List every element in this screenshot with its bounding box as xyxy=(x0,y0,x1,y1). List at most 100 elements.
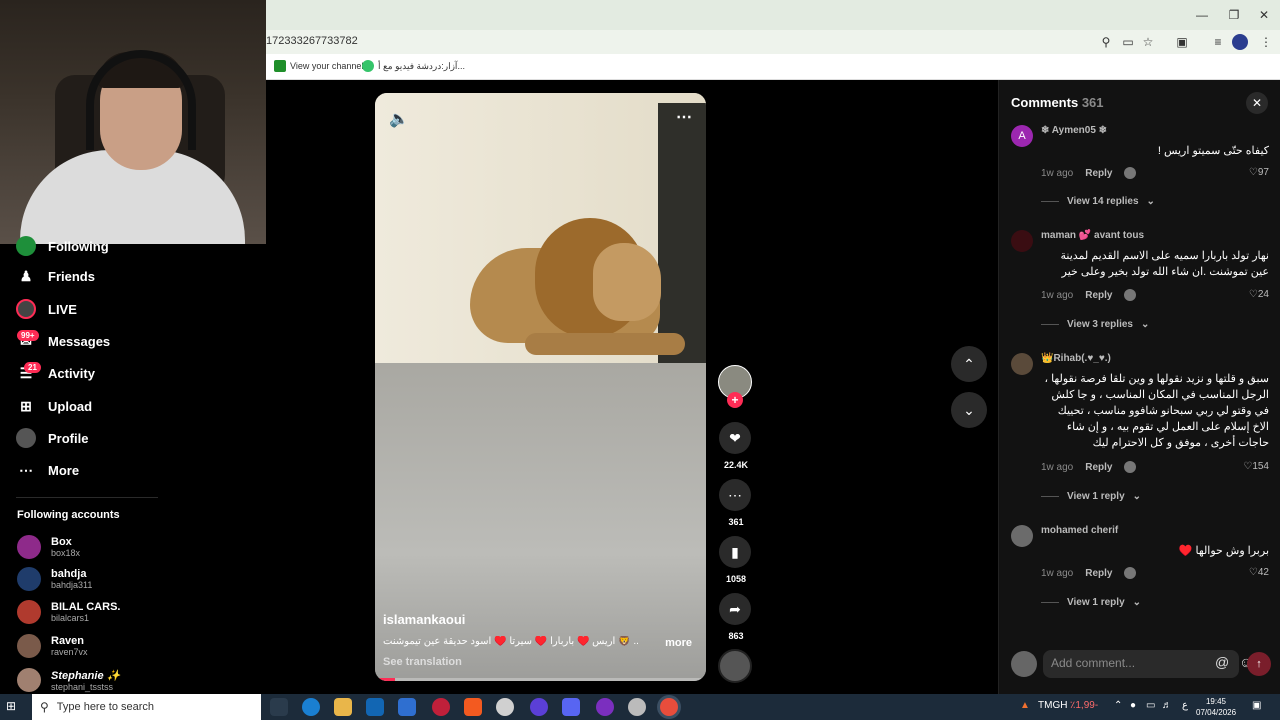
app-gray-icon[interactable] xyxy=(496,698,514,716)
system-clock[interactable]: 19:45 07/04/2026 xyxy=(1196,696,1236,718)
outlook-icon[interactable] xyxy=(366,698,384,716)
file-explorer-icon[interactable] xyxy=(334,698,352,716)
discord-icon[interactable] xyxy=(562,698,580,716)
network-icon[interactable]: ▭ xyxy=(1146,700,1155,711)
extensions-icon[interactable]: ▣ xyxy=(1174,34,1190,50)
video-author[interactable]: islamankaoui xyxy=(383,612,465,627)
view-replies[interactable]: View 1 reply ⌄ xyxy=(1041,597,1141,608)
account-item[interactable]: Raven raven7vx xyxy=(17,634,88,658)
notifications-icon[interactable]: ▣ xyxy=(1252,700,1261,711)
chevron-up-icon: ⌃ xyxy=(963,355,975,372)
share-button[interactable]: ➦ xyxy=(719,593,751,625)
obs-icon[interactable] xyxy=(596,698,614,716)
account-item[interactable]: Stephanie ✨ stephani_tsstss xyxy=(17,668,120,692)
steam-icon[interactable] xyxy=(628,698,646,716)
comment-author[interactable]: maman 💕 avant tous xyxy=(1041,230,1144,241)
video-progress[interactable] xyxy=(375,678,706,681)
comment-like[interactable]: ♡24 xyxy=(1249,289,1269,300)
video-more-icon[interactable]: ⋯ xyxy=(676,107,692,127)
comment-author[interactable]: mohamed cherif xyxy=(1041,525,1118,536)
reading-list-icon[interactable]: ≡ xyxy=(1210,34,1226,50)
sidebar-item-more[interactable]: ⋯ More xyxy=(16,460,79,480)
view-replies[interactable]: View 3 replies ⌄ xyxy=(1041,319,1149,330)
taskbar-search[interactable]: ⚲ xyxy=(32,694,261,720)
address-bar[interactable]: 172333267733782 ⚲ ▭ ☆ ▣ ≡ ⋮ xyxy=(266,30,1280,54)
comment-input[interactable] xyxy=(1051,656,1181,670)
video-player[interactable]: 🔈 ⋯ islamankaoui أريس ♥️ باربارا ♥️ سيرت… xyxy=(375,93,706,681)
comment-like[interactable]: ♡154 xyxy=(1243,461,1269,472)
store-icon[interactable] xyxy=(398,698,416,716)
taskbar-search-input[interactable] xyxy=(56,701,217,713)
stock-symbol[interactable]: TMGH xyxy=(1038,700,1067,711)
reply-button[interactable]: Reply xyxy=(1085,168,1112,179)
comment-like[interactable]: ♡42 xyxy=(1249,567,1269,578)
comment-author[interactable]: ❄ Aymen05 ❄ xyxy=(1041,125,1107,136)
tray-chevron-icon[interactable]: ⌃ xyxy=(1114,700,1122,711)
account-item[interactable]: BILAL CARS. bilalcars1 xyxy=(17,600,120,624)
avatar[interactable]: A xyxy=(1011,125,1033,147)
following-icon xyxy=(16,236,36,256)
windows-start-icon[interactable]: ⊞ xyxy=(6,699,22,715)
previous-video-button[interactable]: ⌃ xyxy=(951,346,987,382)
reply-button[interactable]: Reply xyxy=(1085,290,1112,301)
edge-icon[interactable] xyxy=(302,698,320,716)
close-comments-button[interactable]: ✕ xyxy=(1246,92,1268,114)
url-text[interactable]: 172333267733782 xyxy=(266,35,358,47)
music-disc[interactable] xyxy=(718,649,752,683)
avatar[interactable] xyxy=(1011,525,1033,547)
view-replies[interactable]: View 14 replies ⌄ xyxy=(1041,196,1155,207)
cast-icon[interactable]: ▭ xyxy=(1120,34,1136,50)
next-video-button[interactable]: ⌄ xyxy=(951,392,987,428)
account-item[interactable]: Box box18x xyxy=(17,535,80,559)
restore-icon[interactable]: ❐ xyxy=(1218,0,1250,30)
volume-icon[interactable]: 🔈 xyxy=(389,109,409,129)
sidebar-item-following[interactable]: Following xyxy=(16,236,109,256)
chevron-down-icon: ⌄ xyxy=(1146,196,1155,207)
caption-more-link[interactable]: more xyxy=(665,637,692,649)
zoom-icon[interactable]: ⚲ xyxy=(1098,34,1114,50)
sidebar-item-upload[interactable]: ⊞ Upload xyxy=(16,396,92,416)
microphone-icon[interactable]: ● xyxy=(1130,700,1136,711)
comment-like[interactable]: ♡97 xyxy=(1249,167,1269,178)
sidebar-item-label: Friends xyxy=(48,268,95,284)
send-comment-button[interactable]: ↑ xyxy=(1247,652,1271,676)
sidebar-item-friends[interactable]: ♟ Friends xyxy=(16,266,95,286)
view-replies[interactable]: View 1 reply ⌄ xyxy=(1041,491,1141,502)
comment-meta: 1w ago Reply xyxy=(1041,289,1137,301)
avatar[interactable] xyxy=(1011,353,1033,375)
see-translation-link[interactable]: See translation xyxy=(383,656,462,668)
bookmark-view-channel[interactable]: View your channel xyxy=(274,60,363,72)
bookmarks-bar: View your channel آزار:دردشة فيديو مع أ.… xyxy=(266,54,1280,80)
app-purple-icon[interactable] xyxy=(530,698,548,716)
like-button[interactable]: ❤ xyxy=(719,422,751,454)
mention-icon[interactable]: @ xyxy=(1215,654,1229,670)
language-indicator[interactable]: ع xyxy=(1182,700,1188,711)
comment-time: 1w ago xyxy=(1041,461,1074,473)
comment-count: 361 xyxy=(728,517,744,527)
comment-like-count: 154 xyxy=(1252,461,1269,472)
reply-button[interactable]: Reply xyxy=(1085,462,1112,473)
bookmark-star-icon[interactable]: ☆ xyxy=(1140,34,1156,50)
avatar[interactable] xyxy=(1011,230,1033,252)
creator-liked-avatar xyxy=(1124,289,1137,301)
sidebar-item-profile[interactable]: Profile xyxy=(16,428,88,448)
brave-icon[interactable] xyxy=(464,698,482,716)
browser-profile-icon[interactable] xyxy=(1232,34,1248,50)
account-item[interactable]: bahdja bahdja311 xyxy=(17,567,92,591)
comment-button[interactable]: ⋯ xyxy=(719,479,751,511)
sidebar-item-live[interactable]: LIVE xyxy=(16,299,77,319)
chrome-icon[interactable] xyxy=(660,698,678,716)
task-view-icon[interactable] xyxy=(270,698,288,716)
volume-tray-icon[interactable]: ♬ xyxy=(1162,700,1172,711)
stock-change: ٪1,99- xyxy=(1070,700,1099,711)
screen: — ❐ ✕ 172333267733782 ⚲ ▭ ☆ ▣ ≡ ⋮ View y… xyxy=(0,0,1280,720)
reply-button[interactable]: Reply xyxy=(1085,568,1112,579)
close-window-icon[interactable]: ✕ xyxy=(1248,0,1280,30)
follow-plus-icon[interactable]: + xyxy=(727,392,743,408)
bookmark-video-chat[interactable]: آزار:دردشة فيديو مع أ... xyxy=(362,60,465,72)
comment-author[interactable]: 👑Rihab(.♥_♥.) xyxy=(1041,353,1111,364)
minimize-icon[interactable]: — xyxy=(1186,0,1218,30)
app-red-icon[interactable] xyxy=(432,698,450,716)
menu-kebab-icon[interactable]: ⋮ xyxy=(1258,34,1274,50)
save-button[interactable]: ▮ xyxy=(719,536,751,568)
